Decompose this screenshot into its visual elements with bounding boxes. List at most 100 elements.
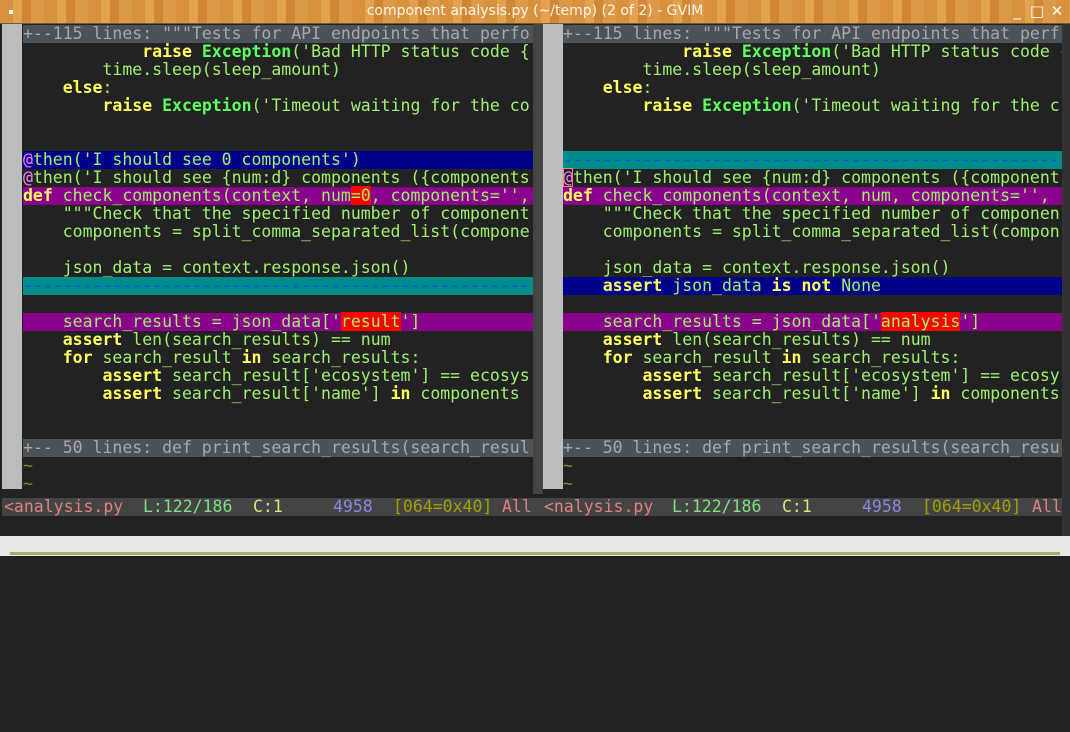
diff-line-blue[interactable]: assert json_data is not None bbox=[563, 277, 1062, 295]
fold-line[interactable]: ++-- 50 lines: def print_search_results(… bbox=[563, 439, 1062, 457]
code-line[interactable]: raise Exception('Timeout waiting for the… bbox=[563, 97, 1062, 115]
left-editor-text[interactable]: ++--115 lines: """Tests for API endpoint… bbox=[23, 25, 533, 493]
code-line[interactable] bbox=[23, 115, 533, 133]
code-line[interactable]: assert len(search_results) == num bbox=[563, 331, 1062, 349]
code-token: @ bbox=[23, 150, 33, 169]
code-line[interactable] bbox=[23, 241, 533, 259]
code-token: raise bbox=[102, 96, 153, 115]
status-bytes: 4958 bbox=[333, 497, 373, 516]
code-line[interactable]: """Check that the specified number of co… bbox=[563, 205, 1062, 223]
left-diff-pane[interactable]: ++--115 lines: """Tests for API endpoint… bbox=[2, 24, 533, 493]
code-token: raise bbox=[642, 96, 693, 115]
code-line[interactable]: raise Exception('Timeout waiting for the… bbox=[23, 97, 533, 115]
code-line[interactable]: time.sleep(sleep_amount) bbox=[563, 61, 1062, 79]
code-token: in bbox=[930, 384, 951, 403]
code-line[interactable] bbox=[563, 403, 1062, 421]
code-line[interactable]: json_data = context.response.json() bbox=[563, 259, 1062, 277]
fold-line[interactable]: ++--115 lines: """Tests for API endpoint… bbox=[563, 25, 1062, 43]
code-line[interactable] bbox=[563, 421, 1062, 439]
code-token: ('Bad HTTP status code { bbox=[291, 42, 530, 61]
code-line[interactable]: assert search_result['ecosystem'] == eco… bbox=[563, 367, 1062, 385]
close-button[interactable]: ✕ bbox=[1048, 2, 1066, 20]
right-editor-text[interactable]: ++--115 lines: """Tests for API endpoint… bbox=[563, 25, 1062, 493]
code-token: Exception bbox=[741, 42, 832, 61]
code-token: then('I should see {num:d} components ({… bbox=[572, 168, 1060, 187]
code-line[interactable]: raise Exception('Bad HTTP status code { bbox=[23, 43, 533, 61]
code-line[interactable]: assert search_result['name'] in componen… bbox=[23, 385, 533, 403]
fold-line[interactable]: ++--115 lines: """Tests for API endpoint… bbox=[23, 25, 533, 43]
minimize-button[interactable]: _ bbox=[1008, 2, 1026, 20]
code-line[interactable]: json_data = context.response.json() bbox=[23, 259, 533, 277]
code-line[interactable]: components = split_comma_separated_list(… bbox=[23, 223, 533, 241]
code-line[interactable] bbox=[23, 295, 533, 313]
code-line[interactable] bbox=[563, 115, 1062, 133]
code-line[interactable]: @then('I should see {num:d} components (… bbox=[563, 168, 1062, 187]
code-token: then('I should see {num:d} components ({… bbox=[32, 168, 530, 187]
diff-line-purple[interactable]: def check_components(context, num, compo… bbox=[563, 187, 1062, 205]
code-token: +-- 50 lines: def print_search_results(s… bbox=[23, 438, 530, 457]
code-token: search_result['ecosystem'] == ecosy bbox=[702, 366, 1060, 385]
code-token: len(search_results) == num bbox=[122, 330, 391, 349]
code-token: components = split_comma_separated_list(… bbox=[563, 222, 1060, 241]
diff-line-blue[interactable]: @then('I should see 0 components') bbox=[23, 151, 533, 169]
status-bytes: 4958 bbox=[862, 497, 902, 516]
code-token: def bbox=[23, 186, 53, 205]
title-bar[interactable]: component analysis.py (~/temp) (2 of 2) … bbox=[0, 0, 1070, 24]
code-line[interactable]: else: bbox=[563, 79, 1062, 97]
diff-line-purple[interactable]: search_results = json_data['result'] bbox=[23, 312, 533, 331]
code-line[interactable]: components = split_comma_separated_list(… bbox=[563, 223, 1062, 241]
code-line[interactable] bbox=[23, 421, 533, 439]
status-lines: <analysis.py L:122/186 C:1 4958 [064=0x4… bbox=[2, 498, 1062, 516]
code-token: assert bbox=[102, 366, 163, 385]
window-border bbox=[1062, 24, 1070, 536]
diff-line-filler[interactable]: ----------------------------------------… bbox=[23, 277, 533, 295]
code-line[interactable]: for search_result in search_results: bbox=[563, 349, 1062, 367]
code-token: else bbox=[62, 78, 103, 97]
code-token: assert bbox=[602, 330, 663, 349]
code-line[interactable]: assert len(search_results) == num bbox=[23, 331, 533, 349]
code-token: def bbox=[563, 186, 593, 205]
code-token: +--115 lines: """Tests for API endpoints… bbox=[563, 25, 1060, 43]
status-char: [064=0x40] bbox=[393, 497, 493, 516]
code-token: ~ bbox=[23, 474, 33, 493]
code-line[interactable] bbox=[563, 295, 1062, 313]
code-line[interactable]: ~ bbox=[563, 457, 1062, 475]
diff-line-purple[interactable]: search_results = json_data['analysis'] bbox=[563, 312, 1062, 331]
maximize-button[interactable]: □ bbox=[1028, 2, 1046, 20]
diff-line-filler[interactable]: ----------------------------------------… bbox=[563, 151, 1062, 169]
code-token: '] bbox=[400, 312, 421, 331]
code-token: +--115 lines: """Tests for API endpoints… bbox=[23, 25, 530, 43]
code-line[interactable]: raise Exception('Bad HTTP status code { bbox=[563, 43, 1062, 61]
code-line[interactable]: assert search_result['name'] in componen… bbox=[563, 385, 1062, 403]
code-line[interactable]: for search_result in search_results: bbox=[23, 349, 533, 367]
code-line[interactable]: ~ bbox=[563, 475, 1062, 493]
code-line[interactable]: ~ bbox=[23, 457, 533, 475]
code-line[interactable]: ~ bbox=[23, 475, 533, 493]
code-line[interactable]: else: bbox=[23, 79, 533, 97]
code-token: assert bbox=[102, 384, 163, 403]
diff-text-highlight: =0 bbox=[350, 186, 371, 205]
code-line[interactable] bbox=[563, 241, 1062, 259]
status-col: C:1 bbox=[253, 497, 283, 516]
diff-line-purple[interactable]: def check_components(context, num=0, com… bbox=[23, 186, 533, 205]
code-line[interactable]: @then('I should see {num:d} components (… bbox=[23, 169, 533, 187]
fold-line[interactable]: ++-- 50 lines: def print_search_results(… bbox=[23, 439, 533, 457]
code-line[interactable]: """Check that the specified number of co… bbox=[23, 205, 533, 223]
code-token: None bbox=[831, 276, 881, 295]
status-char: [064=0x40] bbox=[922, 497, 1022, 516]
vertical-split-separator[interactable] bbox=[533, 24, 543, 494]
code-token: ('Bad HTTP status code { bbox=[831, 42, 1062, 61]
code-token: for bbox=[602, 348, 633, 367]
right-diff-pane[interactable]: ++--115 lines: """Tests for API endpoint… bbox=[543, 24, 1062, 493]
code-line[interactable]: time.sleep(sleep_amount) bbox=[23, 61, 533, 79]
code-line[interactable]: assert search_result['ecosystem'] == eco… bbox=[23, 367, 533, 385]
code-line[interactable] bbox=[23, 403, 533, 421]
code-line[interactable] bbox=[563, 133, 1062, 151]
code-line[interactable] bbox=[23, 133, 533, 151]
